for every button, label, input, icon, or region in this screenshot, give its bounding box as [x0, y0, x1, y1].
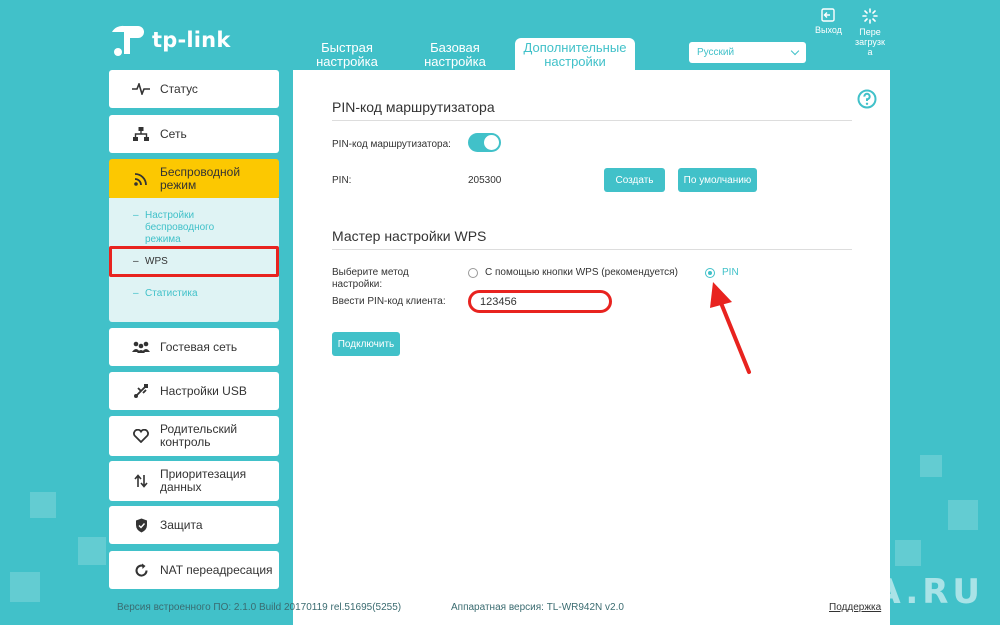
tab-basic[interactable]: Базовая настройка — [401, 38, 509, 70]
sidebar-item-security[interactable]: Защита — [109, 506, 279, 544]
heart-icon — [130, 429, 152, 443]
reboot-label: Пере загрузк а — [855, 27, 885, 57]
sidebar-item-label: Настройки USB — [160, 384, 247, 398]
sidebar-item-label: Приоритезация данных — [160, 467, 247, 494]
chevron-down-icon — [790, 46, 800, 56]
support-link[interactable]: Поддержка — [829, 602, 881, 613]
method-label: Выберите метод настройки: — [332, 267, 409, 290]
sidebar-item-network[interactable]: Сеть — [109, 115, 279, 153]
refresh-icon — [130, 563, 152, 578]
language-value: Русский — [697, 47, 735, 58]
sidebar-subitem-wireless-settings[interactable]: – Настройки беспроводного режима — [133, 210, 245, 246]
client-pin-label: Ввести PIN-код клиента: — [332, 296, 446, 307]
brand-name: tp-link — [152, 28, 231, 52]
option-wps-button-label: С помощью кнопки WPS (рекомендуется) — [485, 267, 678, 278]
sidebar-item-guest-network[interactable]: Гостевая сеть — [109, 328, 279, 366]
pin-label: PIN: — [332, 175, 352, 186]
hardware-version: Аппаратная версия: TL-WR942N v2.0 — [451, 602, 624, 613]
wifi-icon — [130, 172, 152, 186]
background-square — [948, 500, 978, 530]
sidebar-item-nat[interactable]: NAT переадресация — [109, 551, 279, 589]
sidebar-item-label: Сеть — [160, 127, 187, 141]
tab-quick-setup[interactable]: Быстрая настройка — [293, 38, 401, 70]
section-divider — [332, 120, 852, 121]
section-divider — [332, 249, 852, 250]
sidebar-item-label: Родительский контроль — [160, 422, 238, 449]
pulse-icon — [130, 83, 152, 95]
toggle-knob — [484, 135, 499, 150]
default-pin-button[interactable]: По умолчанию — [678, 168, 757, 192]
section-title-router-pin: PIN-код маршрутизатора — [332, 99, 495, 115]
sidebar-item-qos[interactable]: Приоритезация данных — [109, 461, 279, 501]
guests-icon — [130, 341, 152, 353]
sidebar-item-label: Гостевая сеть — [160, 340, 238, 354]
sidebar-item-status[interactable]: Статус — [109, 70, 279, 108]
client-pin-input[interactable]: 123456 — [468, 290, 612, 313]
sidebar-item-wireless[interactable]: Беспроводной режим — [109, 159, 279, 199]
sidebar-item-label: NAT переадресация — [160, 563, 273, 577]
wps-highlight-frame — [109, 246, 279, 277]
generate-pin-button[interactable]: Создать — [604, 168, 665, 192]
annotation-arrow — [710, 282, 751, 374]
reboot-icon — [862, 8, 878, 24]
sort-arrows-icon — [130, 474, 152, 488]
network-icon — [130, 127, 152, 141]
background-square — [920, 455, 942, 477]
radio-pin[interactable] — [705, 268, 715, 278]
background-square — [78, 537, 106, 565]
sidebar-item-label: Защита — [160, 518, 203, 532]
router-pin-toggle-label: PIN-код маршрутизатора: — [332, 139, 451, 150]
sidebar-item-parental-control[interactable]: Родительский контроль — [109, 416, 279, 456]
reboot-button[interactable]: Пере загрузк а — [852, 8, 888, 57]
language-select[interactable]: Русский — [689, 42, 806, 63]
sidebar-subitem-statistics[interactable]: – Статистика — [133, 288, 198, 300]
sidebar-item-usb[interactable]: Настройки USB — [109, 372, 279, 410]
sidebar-item-label: Беспроводной режим — [160, 165, 241, 192]
sidebar-subitem-label: Статистика — [145, 288, 198, 299]
logout-label: Выход — [815, 25, 842, 35]
radio-wps-button[interactable] — [468, 268, 478, 278]
option-pin-label: PIN — [722, 267, 739, 278]
main-tabs: Быстрая настройка Базовая настройка Допо… — [293, 38, 635, 70]
firmware-version: Версия встроенного ПО: 2.1.0 Build 20170… — [117, 602, 402, 613]
sidebar-item-label: Статус — [160, 82, 198, 96]
tab-advanced[interactable]: Дополнительные настройки — [515, 38, 635, 70]
section-title-wps-wizard: Мастер настройки WPS — [332, 228, 487, 244]
help-icon[interactable] — [857, 89, 877, 109]
background-square — [30, 492, 56, 518]
main-panel: PIN-код маршрутизатора PIN-код маршрутиз… — [293, 70, 890, 625]
background-square — [895, 540, 921, 566]
router-pin-toggle[interactable] — [468, 133, 501, 152]
logout-icon — [821, 8, 835, 22]
sidebar-subitem-label: Настройки беспроводного режима — [145, 210, 215, 245]
pin-value: 205300 — [468, 175, 502, 186]
tp-link-logo: tp-link — [108, 22, 231, 58]
shield-icon — [130, 518, 152, 533]
logout-button[interactable]: Выход — [815, 8, 842, 35]
usb-icon — [130, 384, 152, 398]
connect-button[interactable]: Подключить — [332, 332, 400, 356]
tp-link-logo-icon — [112, 25, 144, 56]
background-square — [10, 572, 40, 602]
